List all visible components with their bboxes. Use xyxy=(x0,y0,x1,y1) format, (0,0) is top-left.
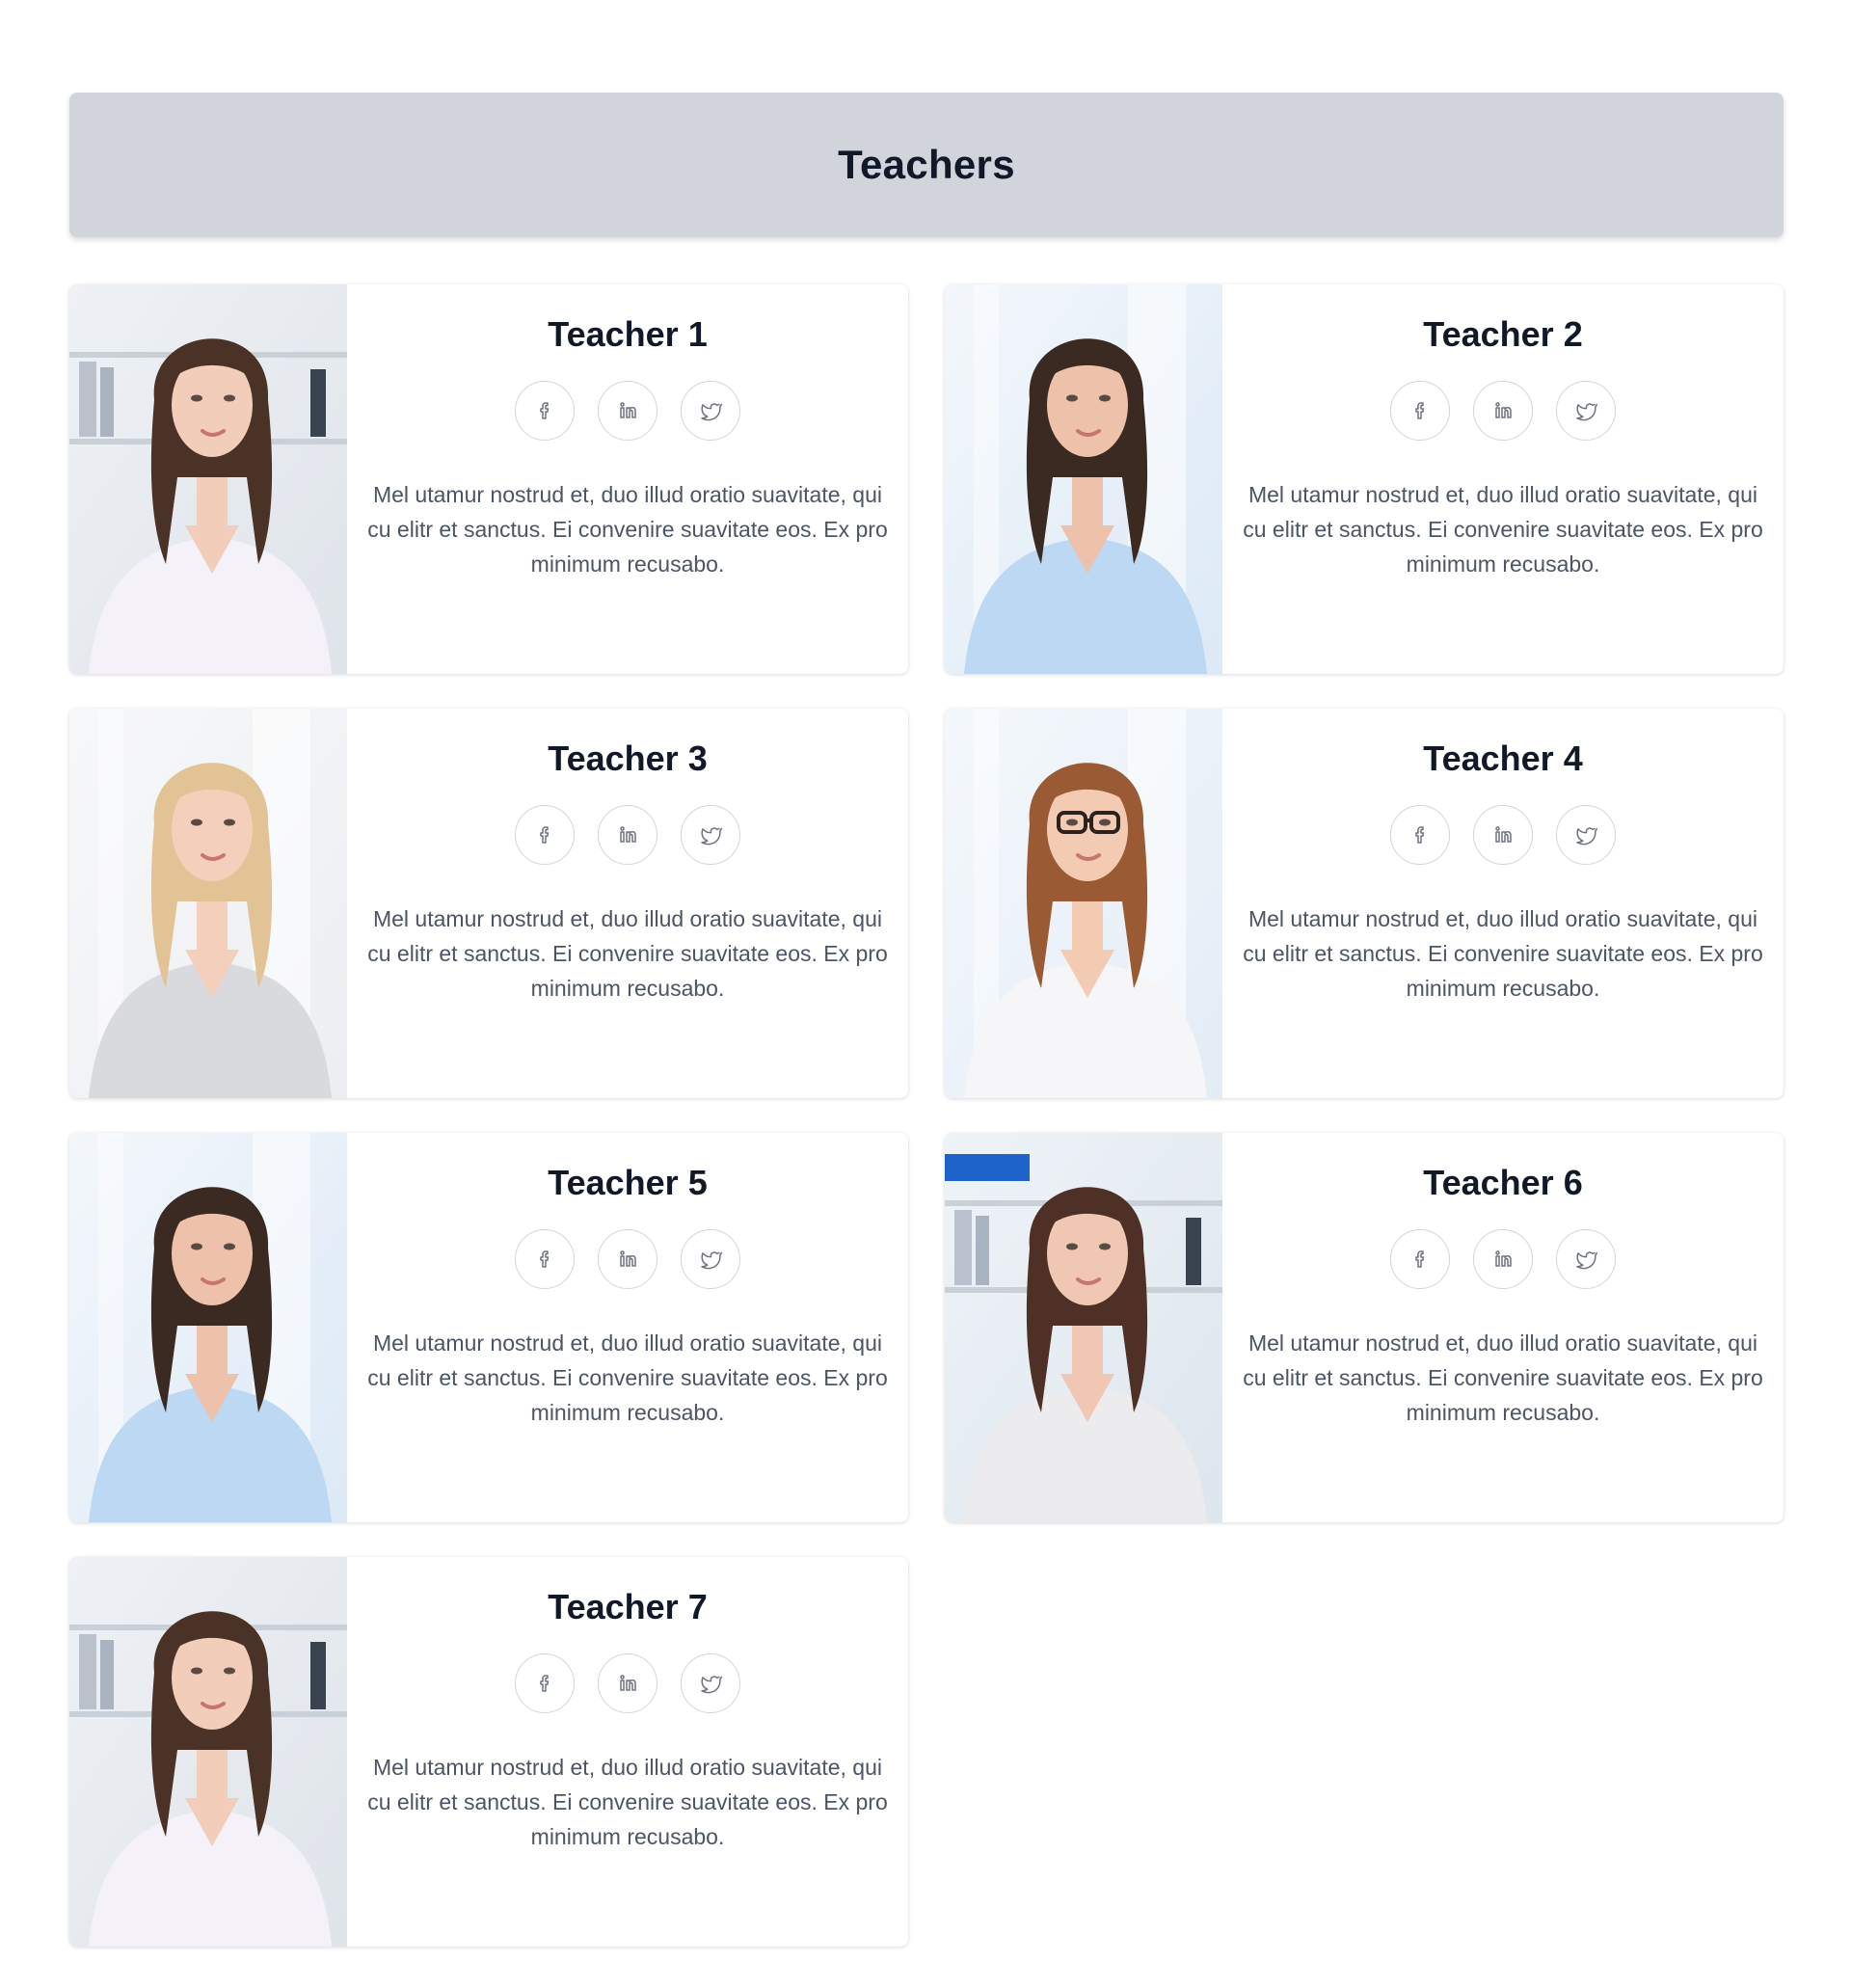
teacher-card-2: Teacher 2 Mel utamur nostrud et, duo ill… xyxy=(945,284,1784,674)
teacher-photo xyxy=(945,709,1222,1098)
twitter-icon xyxy=(701,1676,722,1694)
facebook-icon xyxy=(1415,826,1425,844)
twitter-button[interactable] xyxy=(1556,381,1616,441)
teacher-bio: Mel utamur nostrud et, duo illud oratio … xyxy=(367,1755,888,1849)
page-title: Teachers xyxy=(838,142,1015,187)
teacher-card-5: Teacher 5 Mel utamur nostrud et, duo ill… xyxy=(69,1133,908,1522)
teacher-name: Teacher 6 xyxy=(1423,1163,1583,1202)
teachers-page: Teachers Teacher 1 Mel utamur nostrud et… xyxy=(0,0,1851,1988)
teacher-photo xyxy=(69,1557,347,1947)
teacher-bio: Mel utamur nostrud et, duo illud oratio … xyxy=(367,1330,888,1425)
teacher-info: Teacher 7 Mel utamur nostrud et, duo ill… xyxy=(347,1557,908,1947)
teacher-info: Teacher 4 Mel utamur nostrud et, duo ill… xyxy=(1222,709,1784,1098)
linkedin-button[interactable] xyxy=(598,1229,657,1289)
social-links xyxy=(515,1229,740,1289)
teacher-photo xyxy=(945,1133,1222,1522)
facebook-button[interactable] xyxy=(1390,381,1450,441)
facebook-icon xyxy=(1415,1250,1425,1268)
social-links xyxy=(1390,805,1616,865)
twitter-button[interactable] xyxy=(1556,1229,1616,1289)
teacher-name: Teacher 5 xyxy=(548,1163,708,1202)
twitter-button[interactable] xyxy=(681,805,740,865)
facebook-button[interactable] xyxy=(1390,805,1450,865)
facebook-button[interactable] xyxy=(515,1229,575,1289)
twitter-icon xyxy=(1576,403,1597,421)
teacher-info: Teacher 6 Mel utamur nostrud et, duo ill… xyxy=(1222,1133,1784,1522)
teacher-bio: Mel utamur nostrud et, duo illud oratio … xyxy=(1243,1330,1763,1425)
teacher-card-6: Teacher 6 Mel utamur nostrud et, duo ill… xyxy=(945,1133,1784,1522)
teacher-card-1: Teacher 1 Mel utamur nostrud et, duo ill… xyxy=(69,284,908,674)
linkedin-icon xyxy=(620,826,636,843)
teacher-photo xyxy=(69,709,347,1098)
teacher-card-3: Teacher 3 Mel utamur nostrud et, duo ill… xyxy=(69,709,908,1098)
twitter-button[interactable] xyxy=(681,381,740,441)
twitter-button[interactable] xyxy=(681,1653,740,1713)
facebook-icon xyxy=(540,826,550,844)
linkedin-button[interactable] xyxy=(1473,805,1533,865)
teacher-photo xyxy=(69,1133,347,1522)
teacher-photo xyxy=(945,284,1222,674)
teachers-grid: Teacher 1 Mel utamur nostrud et, duo ill… xyxy=(69,284,1784,1947)
twitter-button[interactable] xyxy=(681,1229,740,1289)
social-links xyxy=(1390,1229,1616,1289)
teacher-name: Teacher 2 xyxy=(1423,314,1583,354)
teacher-info: Teacher 3 Mel utamur nostrud et, duo ill… xyxy=(347,709,908,1098)
twitter-icon xyxy=(701,1251,722,1270)
twitter-button[interactable] xyxy=(1556,805,1616,865)
twitter-icon xyxy=(701,827,722,846)
teacher-photo xyxy=(69,284,347,674)
teacher-name: Teacher 1 xyxy=(548,314,708,354)
linkedin-icon xyxy=(1495,1250,1512,1267)
social-links xyxy=(515,805,740,865)
teacher-info: Teacher 1 Mel utamur nostrud et, duo ill… xyxy=(347,284,908,674)
linkedin-button[interactable] xyxy=(598,805,657,865)
linkedin-icon xyxy=(1495,826,1512,843)
page-header: Teachers xyxy=(69,93,1784,237)
facebook-button[interactable] xyxy=(515,381,575,441)
teacher-name: Teacher 3 xyxy=(548,739,708,778)
linkedin-button[interactable] xyxy=(598,1653,657,1713)
facebook-button[interactable] xyxy=(515,805,575,865)
linkedin-icon xyxy=(620,1250,636,1267)
teacher-name: Teacher 7 xyxy=(548,1587,708,1626)
teacher-bio: Mel utamur nostrud et, duo illud oratio … xyxy=(1243,482,1763,577)
facebook-icon xyxy=(540,1675,550,1692)
linkedin-button[interactable] xyxy=(1473,1229,1533,1289)
linkedin-icon xyxy=(1495,402,1512,418)
linkedin-icon xyxy=(620,1675,636,1691)
facebook-button[interactable] xyxy=(515,1653,575,1713)
facebook-icon xyxy=(1415,402,1425,419)
linkedin-button[interactable] xyxy=(598,381,657,441)
teacher-card-7: Teacher 7 Mel utamur nostrud et, duo ill… xyxy=(69,1557,908,1947)
social-links xyxy=(1390,381,1616,441)
teacher-info: Teacher 5 Mel utamur nostrud et, duo ill… xyxy=(347,1133,908,1522)
teacher-bio: Mel utamur nostrud et, duo illud oratio … xyxy=(367,482,888,577)
teacher-name: Teacher 4 xyxy=(1423,739,1583,778)
social-links xyxy=(515,381,740,441)
linkedin-icon xyxy=(620,402,636,418)
social-links xyxy=(515,1653,740,1713)
facebook-button[interactable] xyxy=(1390,1229,1450,1289)
facebook-icon xyxy=(540,402,550,419)
teacher-card-4: Teacher 4 Mel utamur nostrud et, duo ill… xyxy=(945,709,1784,1098)
linkedin-button[interactable] xyxy=(1473,381,1533,441)
twitter-icon xyxy=(1576,827,1597,846)
teacher-bio: Mel utamur nostrud et, duo illud oratio … xyxy=(1243,906,1763,1001)
twitter-icon xyxy=(701,403,722,421)
twitter-icon xyxy=(1576,1251,1597,1270)
teacher-info: Teacher 2 Mel utamur nostrud et, duo ill… xyxy=(1222,284,1784,674)
teacher-bio: Mel utamur nostrud et, duo illud oratio … xyxy=(367,906,888,1001)
facebook-icon xyxy=(540,1250,550,1268)
